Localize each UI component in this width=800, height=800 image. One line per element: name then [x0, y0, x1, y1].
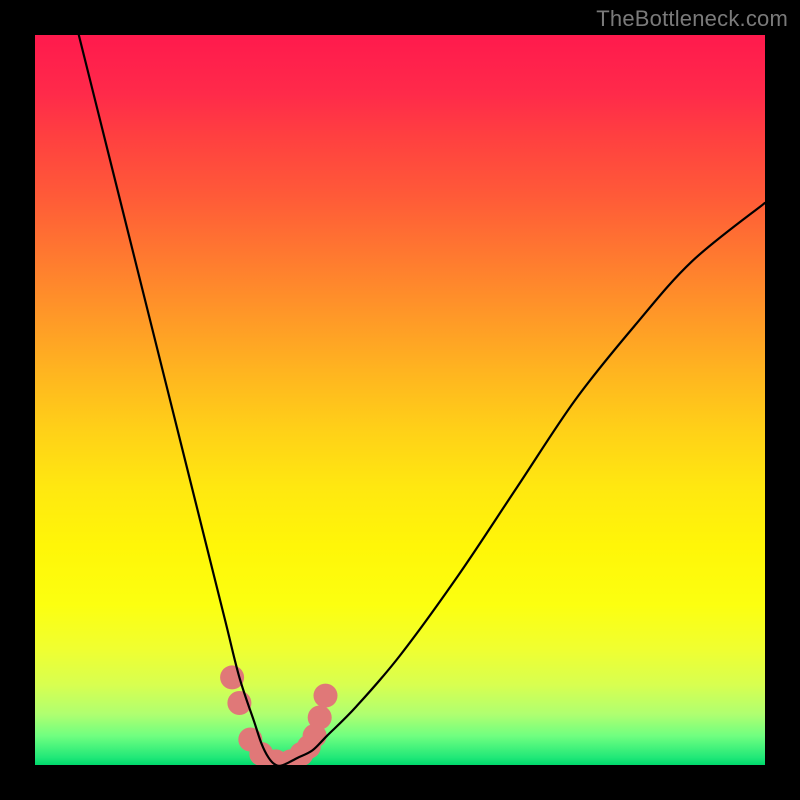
marker-dot	[314, 684, 338, 708]
chart-frame: TheBottleneck.com	[0, 0, 800, 800]
watermark-text: TheBottleneck.com	[596, 6, 788, 32]
markers-group	[220, 665, 337, 765]
bottleneck-curve	[79, 35, 765, 765]
plot-area	[35, 35, 765, 765]
marker-dot	[308, 706, 332, 730]
chart-svg	[35, 35, 765, 765]
